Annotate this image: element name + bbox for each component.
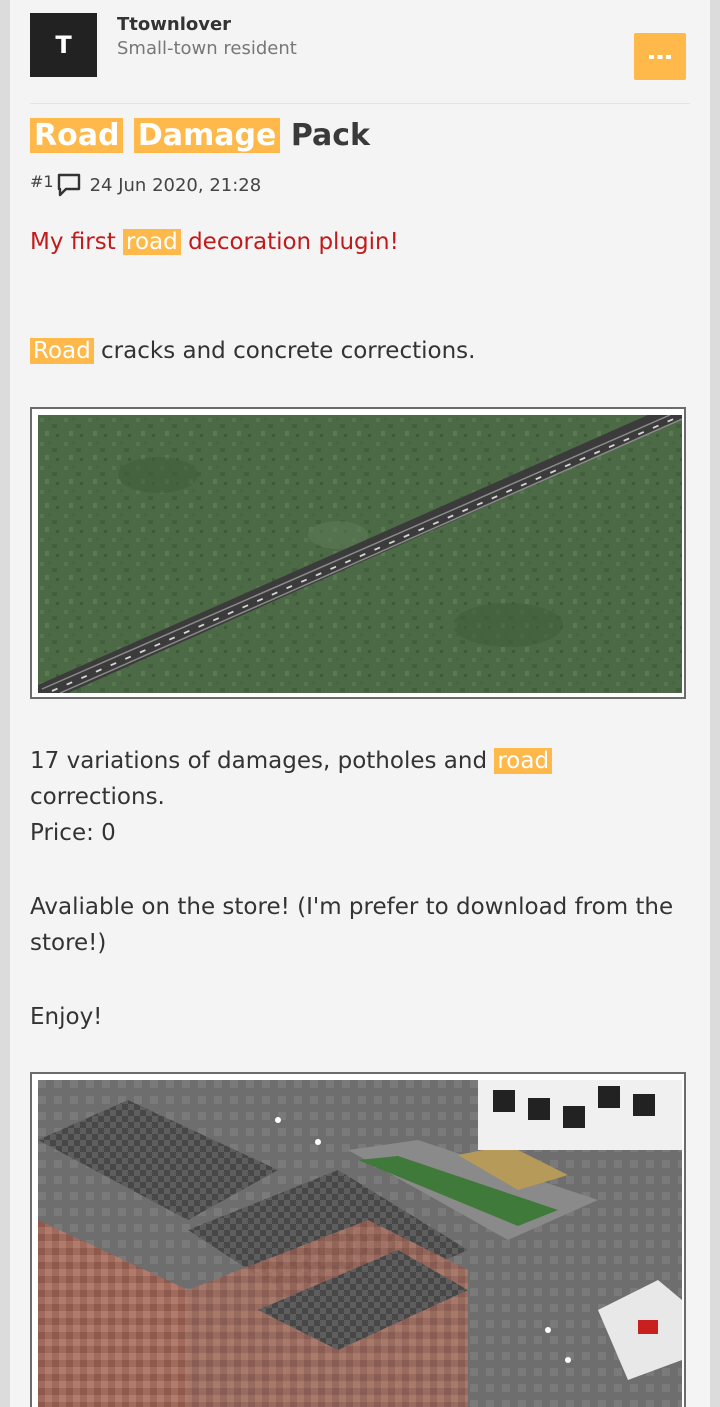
price-text: Price: 0 — [30, 820, 116, 846]
variations-text: 17 variations of damages, potholes and r… — [30, 743, 553, 851]
post-menu-button[interactable] — [634, 33, 686, 80]
post-date: 24 Jun 2020, 21:28 — [89, 174, 262, 196]
header-divider — [30, 103, 690, 104]
intro-line: My first road decoration plugin! — [30, 224, 399, 260]
title-highlight-damage: Damage — [133, 118, 281, 153]
variations-after: corrections. — [30, 784, 165, 810]
more-dots-icon — [649, 54, 671, 59]
comment-icon[interactable] — [56, 172, 82, 198]
road-screenshot-1[interactable] — [30, 407, 686, 699]
title-word-pack: Pack — [290, 118, 370, 153]
variations-highlight: road — [494, 748, 553, 774]
intro-before: My first — [30, 229, 116, 255]
road-screenshot-2[interactable] — [30, 1072, 686, 1407]
author-name[interactable]: Ttownlover — [117, 14, 231, 35]
intro-highlight: road — [123, 229, 181, 255]
store-text: Avaliable on the store! (I'm prefer to d… — [30, 889, 673, 961]
post-header: T Ttownlover Small-town resident — [10, 0, 710, 104]
avatar[interactable]: T — [30, 13, 97, 77]
post-meta: #1 24 Jun 2020, 21:28 — [30, 172, 261, 198]
desc-highlight: Road — [30, 338, 94, 364]
forum-post: T Ttownlover Small-town resident Road Da… — [10, 0, 710, 1407]
author-title: Small-town resident — [117, 38, 297, 59]
enjoy-text: Enjoy! — [30, 1004, 103, 1030]
post-title: Road Damage Pack — [30, 118, 370, 153]
store-line-1: Avaliable on the store! (I'm prefer to d… — [30, 894, 674, 920]
intro-after: decoration plugin! — [188, 229, 399, 255]
city-street-image — [38, 1080, 682, 1407]
post-number[interactable]: #1 — [30, 172, 54, 191]
desc-after: cracks and concrete corrections. — [101, 338, 476, 364]
store-line-2: store!) — [30, 930, 107, 956]
title-highlight-road: Road — [30, 118, 124, 153]
variations-before: 17 variations of damages, potholes and — [30, 748, 488, 774]
desc-line: Road cracks and concrete corrections. — [30, 333, 475, 369]
road-grass-image — [38, 415, 682, 693]
